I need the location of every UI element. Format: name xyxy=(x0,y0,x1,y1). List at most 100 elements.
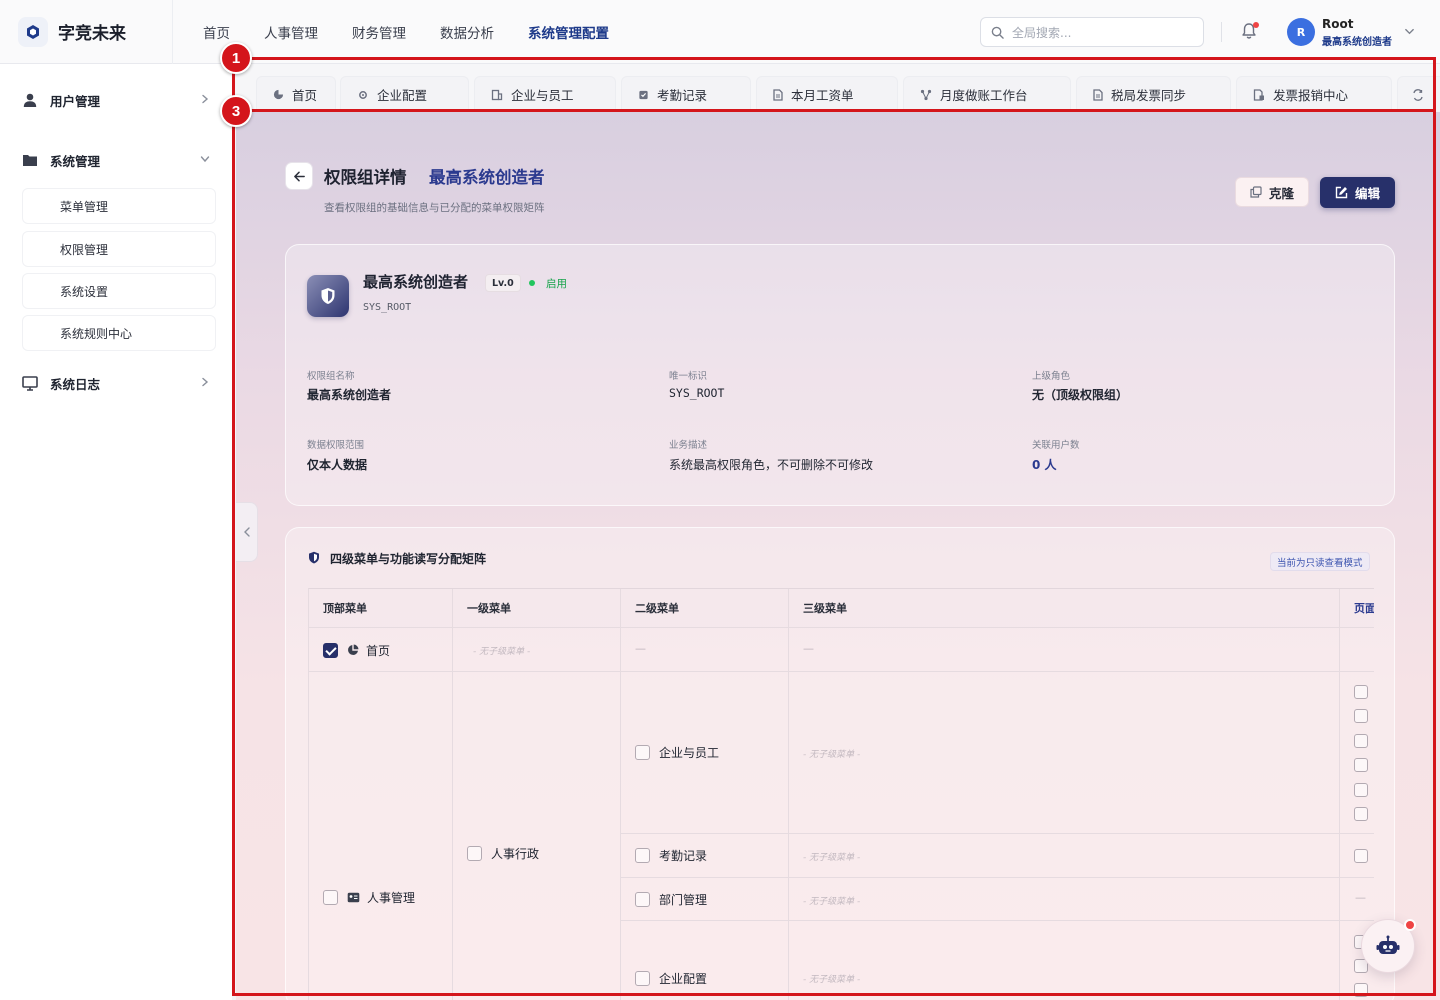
tab-company-employees[interactable]: 企业与员工 xyxy=(474,76,616,112)
grid-line xyxy=(452,628,453,1000)
topnav-home[interactable]: 首页 xyxy=(203,22,230,42)
menu-label: 人事管理 xyxy=(367,890,416,905)
column-header: 顶部菜单 xyxy=(309,589,453,628)
column-header: 一级菜单 xyxy=(453,589,621,628)
sidebar: 用户管理 系统管理 菜单管理 权限管理 系统设置 系统规则中心 系统日志 xyxy=(0,64,232,1000)
id-card-icon xyxy=(347,892,360,902)
page-checkbox[interactable] xyxy=(1354,734,1368,748)
brand-logo[interactable]: 字竞未来 xyxy=(18,16,156,47)
tab-label: 考勤记录 xyxy=(657,88,708,103)
topnav-analytics[interactable]: 数据分析 xyxy=(440,22,494,42)
tab-payroll[interactable]: 本月工资单 xyxy=(756,76,898,112)
no-child-placeholder: - 无子级菜单 - xyxy=(473,647,531,657)
tab-home[interactable]: 首页 xyxy=(256,76,336,112)
page-checkbox[interactable] xyxy=(1354,685,1368,699)
monitor-icon xyxy=(22,375,38,391)
group-name: 最高系统创造者 xyxy=(363,273,469,291)
pie-chart-icon xyxy=(273,89,284,100)
chevron-down-icon[interactable] xyxy=(1404,26,1415,37)
menu-label: 企业配置 xyxy=(659,971,708,986)
top-header: 字竞未来 首页 人事管理 财务管理 数据分析 系统管理配置 xyxy=(0,0,1440,64)
edit-button-label: 编辑 xyxy=(1354,186,1380,201)
table-row-attendance: 考勤记录 xyxy=(635,845,707,865)
document-icon xyxy=(773,88,783,101)
tab-label: 本月工资单 xyxy=(791,88,854,103)
matrix-title: 四级菜单与功能读写分配矩阵 xyxy=(330,552,487,566)
tab-company-config[interactable]: 企业配置 xyxy=(340,76,469,112)
table-row-department: 部门管理 xyxy=(635,889,707,909)
field-label: 数据权限范围 xyxy=(307,440,365,451)
clone-button[interactable]: 克隆 xyxy=(1235,177,1309,207)
building-icon xyxy=(491,89,503,101)
tab-label: 企业配置 xyxy=(377,88,428,103)
annotation-badge-3: 3 xyxy=(220,95,252,127)
main-content: 权限组详情 最高系统创造者 查看权限组的基础信息与已分配的菜单权限矩阵 克隆 编… xyxy=(236,112,1440,1000)
checkbox-hr-admin[interactable] xyxy=(467,845,482,861)
page-checkbox[interactable] xyxy=(1354,983,1368,997)
sidebar-item-system-management[interactable]: 系统管理 xyxy=(22,140,218,180)
sidebar-subitem-system-settings[interactable]: 系统设置 xyxy=(22,273,216,309)
tab-overflow[interactable] xyxy=(1397,76,1440,112)
arrow-left-icon xyxy=(293,171,305,181)
sidebar-item-label: 用户管理 xyxy=(50,93,101,109)
checkbox-department[interactable] xyxy=(635,891,650,907)
pie-chart-icon xyxy=(348,644,359,655)
sidebar-subitem-permission-management[interactable]: 权限管理 xyxy=(22,231,216,267)
permission-matrix-table: 顶部菜单 一级菜单 二级菜单 三级菜单 页面 首页 - 无子级菜单 - — — xyxy=(308,588,1374,1000)
checkbox-attendance[interactable] xyxy=(635,847,650,863)
back-button[interactable] xyxy=(285,162,313,190)
sidebar-subitem-menu-management[interactable]: 菜单管理 xyxy=(22,188,216,224)
tab-invoice-reimbursement[interactable]: 发票报销中心 xyxy=(1236,76,1392,112)
empty-dash: — xyxy=(1355,891,1366,904)
checkbox-home[interactable] xyxy=(323,642,338,658)
column-header: 二级菜单 xyxy=(621,589,789,628)
sidebar-item-user-management[interactable]: 用户管理 xyxy=(22,80,218,120)
sidebar-item-system-log[interactable]: 系统日志 xyxy=(22,363,218,403)
sync-icon xyxy=(1412,88,1424,101)
topnav-system-config[interactable]: 系统管理配置 xyxy=(528,22,609,42)
page-subtitle: 查看权限组的基础信息与已分配的菜单权限矩阵 xyxy=(324,202,545,214)
status-dot xyxy=(529,280,535,286)
page-checkbox[interactable] xyxy=(1354,783,1368,797)
page-title: 权限组详情 xyxy=(324,168,407,187)
page-checkbox[interactable] xyxy=(1354,807,1368,821)
edit-button[interactable]: 编辑 xyxy=(1320,177,1395,208)
no-child-placeholder: - 无子级菜单 - xyxy=(803,897,861,907)
calendar-check-icon xyxy=(638,89,649,100)
tab-tax-invoice-sync[interactable]: 税局发票同步 xyxy=(1076,76,1231,112)
topnav-finance[interactable]: 财务管理 xyxy=(352,22,406,42)
menu-label: 首页 xyxy=(366,643,391,658)
user-icon xyxy=(23,93,37,107)
avatar[interactable]: R xyxy=(1287,18,1315,46)
field-label: 唯一标识 xyxy=(669,371,708,382)
field-label: 关联用户数 xyxy=(1032,440,1080,451)
empty-dash: — xyxy=(635,642,646,655)
ai-assistant-button[interactable] xyxy=(1361,919,1416,973)
grid-line xyxy=(309,671,1374,672)
copy-icon xyxy=(1250,186,1262,198)
chevron-left-icon xyxy=(243,527,250,537)
page-checkbox[interactable] xyxy=(1354,849,1368,863)
checkbox-company-config[interactable] xyxy=(635,970,650,986)
checkbox-hr[interactable] xyxy=(323,889,338,905)
column-header: 三级菜单 xyxy=(789,589,1340,628)
user-count-link[interactable]: 0 人 xyxy=(1032,456,1057,473)
menu-label: 人事行政 xyxy=(491,846,540,861)
checkbox-company-employees[interactable] xyxy=(635,744,650,760)
global-search-input[interactable]: 全局搜索... xyxy=(980,17,1204,47)
sidebar-subitem-rule-center[interactable]: 系统规则中心 xyxy=(22,315,216,351)
chevron-right-icon xyxy=(202,377,209,387)
table-row-hr-admin: 人事行政 xyxy=(467,843,539,863)
sidebar-collapse-handle[interactable] xyxy=(236,502,258,562)
page-checkbox[interactable] xyxy=(1354,758,1368,772)
user-name[interactable]: Root xyxy=(1322,17,1353,31)
tab-label: 企业与员工 xyxy=(511,88,574,103)
topnav-hr[interactable]: 人事管理 xyxy=(264,22,318,42)
robot-icon xyxy=(1376,935,1400,954)
tab-accounting-workbench[interactable]: 月度做账工作台 xyxy=(903,76,1071,112)
document-icon xyxy=(1093,88,1103,101)
notification-bell-icon[interactable] xyxy=(1240,22,1260,42)
grid-line xyxy=(621,877,1374,878)
page-checkbox[interactable] xyxy=(1354,709,1368,723)
tab-attendance[interactable]: 考勤记录 xyxy=(621,76,751,112)
